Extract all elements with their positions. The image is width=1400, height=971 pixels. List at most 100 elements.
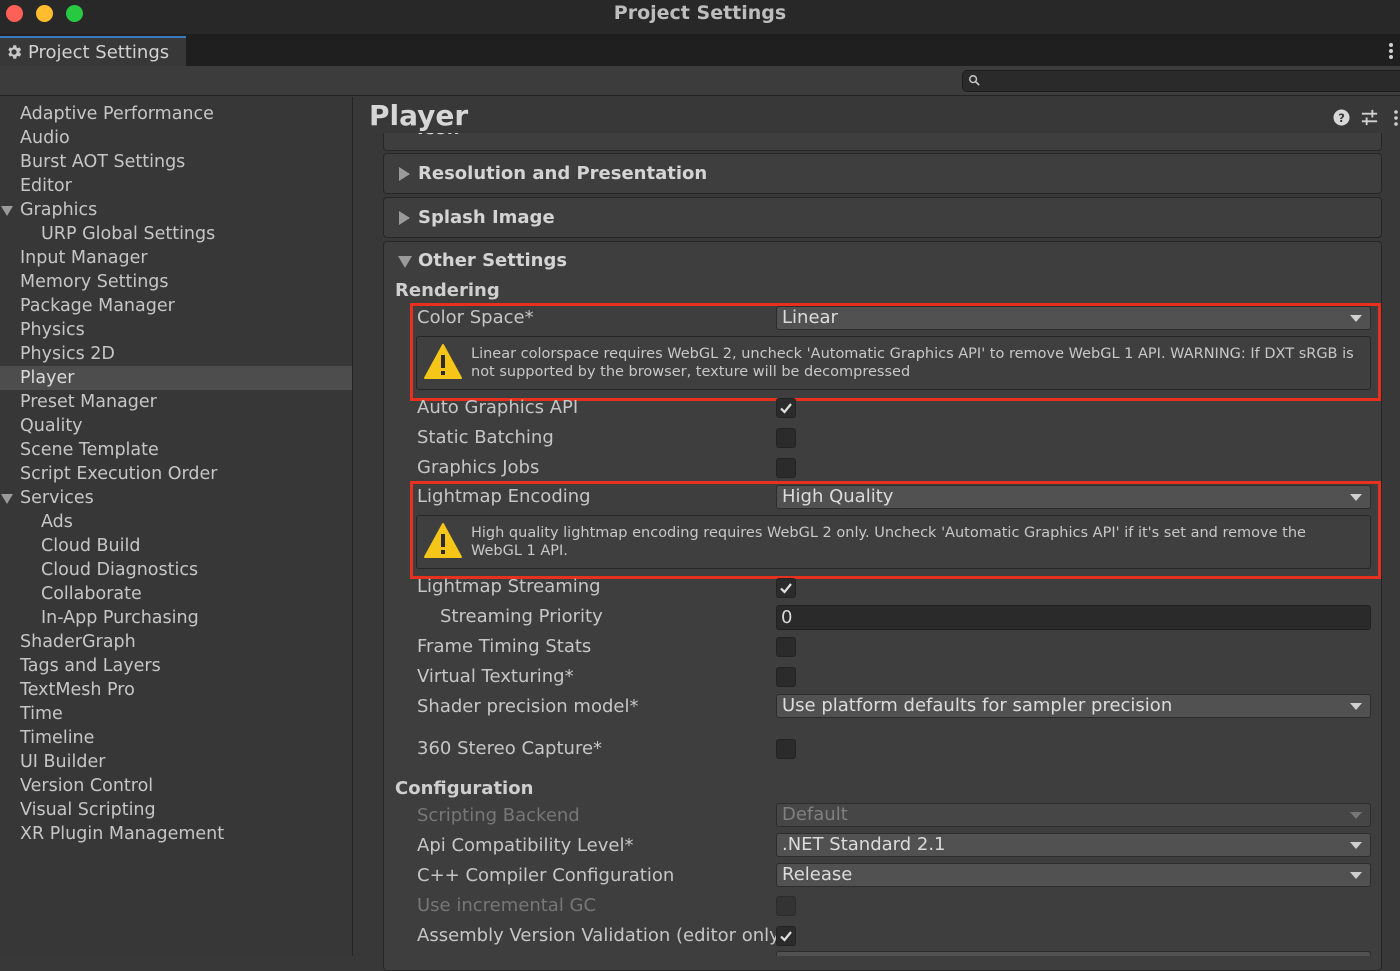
sidebar-item-visual-scripting[interactable]: Visual Scripting (0, 798, 352, 822)
search-input[interactable] (962, 70, 1400, 92)
sidebar-item-tags-and-layers[interactable]: Tags and Layers (0, 654, 352, 678)
chevron-down-icon (1350, 703, 1362, 710)
sidebar-item-urp-global-settings[interactable]: URP Global Settings (0, 222, 352, 246)
streaming-priority-label: Streaming Priority (440, 606, 603, 627)
cpp-compiler-label: C++ Compiler Configuration (417, 865, 675, 886)
sidebar-item-burst-aot-settings[interactable]: Burst AOT Settings (0, 150, 352, 174)
expand-graphics-icon[interactable] (1, 206, 13, 216)
more-options-icon[interactable] (1382, 40, 1400, 62)
graphics-jobs-checkbox[interactable] (776, 458, 796, 478)
sidebar-item-ui-builder[interactable]: UI Builder (0, 750, 352, 774)
highlight-box (410, 481, 1381, 579)
frame-timing-stats-checkbox[interactable] (776, 637, 796, 657)
inspector-menu-icon[interactable] (1392, 109, 1400, 127)
collapsed-arrow-icon (399, 211, 410, 225)
sidebar-item-time[interactable]: Time (0, 702, 352, 726)
sidebar-item-graphics[interactable]: Graphics (0, 198, 352, 222)
sidebar-item-version-control[interactable]: Version Control (0, 774, 352, 798)
search-icon (969, 75, 980, 86)
chevron-down-icon (1350, 812, 1362, 819)
sidebar-item-services[interactable]: Services (0, 486, 352, 510)
scripting-backend-label: Scripting Backend (417, 805, 580, 826)
sidebar-item-textmesh-pro[interactable]: TextMesh Pro (0, 678, 352, 702)
expand-services-icon[interactable] (1, 494, 13, 504)
frame-timing-stats-label: Frame Timing Stats (417, 636, 592, 657)
sidebar-item-editor[interactable]: Editor (0, 174, 352, 198)
sidebar-item-shadergraph[interactable]: ShaderGraph (0, 630, 352, 654)
incremental-gc-label: Use incremental GC (417, 895, 597, 916)
auto-graphics-api-label: Auto Graphics API (417, 397, 579, 418)
cpp-compiler-dropdown[interactable]: Release (776, 863, 1371, 887)
svg-text:?: ? (1338, 111, 1345, 125)
inspector-header (354, 97, 1400, 133)
settings-sidebar: Adaptive Performance Audio Burst AOT Set… (0, 97, 353, 956)
sidebar-item-script-execution-order[interactable]: Script Execution Order (0, 462, 352, 486)
presets-icon[interactable] (1360, 108, 1379, 127)
chevron-down-icon (1350, 872, 1362, 879)
splash-image-label: Splash Image (418, 207, 555, 228)
assembly-validation-label: Assembly Version Validation (editor only… (417, 925, 787, 946)
shader-precision-dropdown[interactable]: Use platform defaults for sampler precis… (776, 694, 1371, 718)
expanded-arrow-icon[interactable] (398, 256, 412, 268)
static-batching-checkbox[interactable] (776, 428, 796, 448)
checkmark-icon (780, 583, 792, 594)
scripting-backend-value: Default (782, 804, 848, 825)
stereo-capture-checkbox[interactable] (776, 739, 796, 759)
sidebar-item-package-manager[interactable]: Package Manager (0, 294, 352, 318)
sidebar-item-cloud-build[interactable]: Cloud Build (0, 534, 352, 558)
sidebar-item-preset-manager[interactable]: Preset Manager (0, 390, 352, 414)
scripting-backend-dropdown: Default (776, 803, 1371, 827)
tab-strip (0, 34, 1400, 66)
api-compatibility-label: Api Compatibility Level* (417, 835, 634, 856)
lightmap-streaming-label: Lightmap Streaming (417, 576, 601, 597)
sidebar-item-ads[interactable]: Ads (0, 510, 352, 534)
shader-precision-value: Use platform defaults for sampler precis… (782, 695, 1173, 716)
sidebar-item-xr-plugin-management[interactable]: XR Plugin Management (0, 822, 352, 846)
sidebar-item-input-manager[interactable]: Input Manager (0, 246, 352, 270)
sidebar-item-collaborate[interactable]: Collaborate (0, 582, 352, 606)
sidebar-item-scene-template[interactable]: Scene Template (0, 438, 352, 462)
cpp-compiler-value: Release (782, 864, 853, 885)
other-settings-label[interactable]: Other Settings (418, 250, 567, 271)
chevron-down-icon (1350, 842, 1362, 849)
sidebar-item-player[interactable]: Player (0, 366, 352, 390)
sidebar-item-physics[interactable]: Physics (0, 318, 352, 342)
graphics-jobs-label: Graphics Jobs (417, 457, 540, 478)
api-compatibility-value: .NET Standard 2.1 (782, 834, 946, 855)
streaming-priority-field[interactable]: 0 (776, 605, 1371, 630)
incremental-gc-checkbox (776, 896, 796, 916)
resolution-presentation-label: Resolution and Presentation (418, 163, 708, 184)
lightmap-streaming-checkbox[interactable] (776, 578, 796, 598)
sidebar-item-adaptive-performance[interactable]: Adaptive Performance (0, 102, 352, 126)
page-title: Player (369, 99, 469, 132)
static-batching-label: Static Batching (417, 427, 554, 448)
checkmark-icon (780, 403, 792, 414)
gear-icon (8, 45, 22, 59)
tab-project-settings[interactable]: Project Settings (0, 36, 186, 66)
collapsed-arrow-icon (399, 167, 410, 181)
sidebar-item-physics-2d[interactable]: Physics 2D (0, 342, 352, 366)
sidebar-item-memory-settings[interactable]: Memory Settings (0, 270, 352, 294)
sidebar-item-timeline[interactable]: Timeline (0, 726, 352, 750)
sidebar-item-cloud-diagnostics[interactable]: Cloud Diagnostics (0, 558, 352, 582)
tab-label: Project Settings (28, 42, 170, 63)
sidebar-item-quality[interactable]: Quality (0, 414, 352, 438)
sidebar-item-in-app-purchasing[interactable]: In-App Purchasing (0, 606, 352, 630)
configuration-header: Configuration (395, 778, 534, 799)
rendering-header: Rendering (395, 280, 500, 301)
splash-image-section[interactable]: Splash Image (383, 197, 1382, 238)
checkmark-icon (780, 931, 792, 942)
highlight-box (410, 303, 1381, 401)
auto-graphics-api-checkbox[interactable] (776, 398, 796, 418)
next-field-partial (776, 951, 1371, 956)
resolution-presentation-section[interactable]: Resolution and Presentation (383, 153, 1382, 194)
virtual-texturing-checkbox[interactable] (776, 667, 796, 687)
shader-precision-label: Shader precision model* (417, 696, 639, 717)
help-icon[interactable]: ? (1333, 109, 1350, 126)
sidebar-item-audio[interactable]: Audio (0, 126, 352, 150)
api-compatibility-dropdown[interactable]: .NET Standard 2.1 (776, 833, 1371, 857)
stereo-capture-label: 360 Stereo Capture* (417, 738, 603, 759)
virtual-texturing-label: Virtual Texturing* (417, 666, 574, 687)
assembly-validation-checkbox[interactable] (776, 926, 796, 946)
window-title: Project Settings (613, 2, 787, 24)
